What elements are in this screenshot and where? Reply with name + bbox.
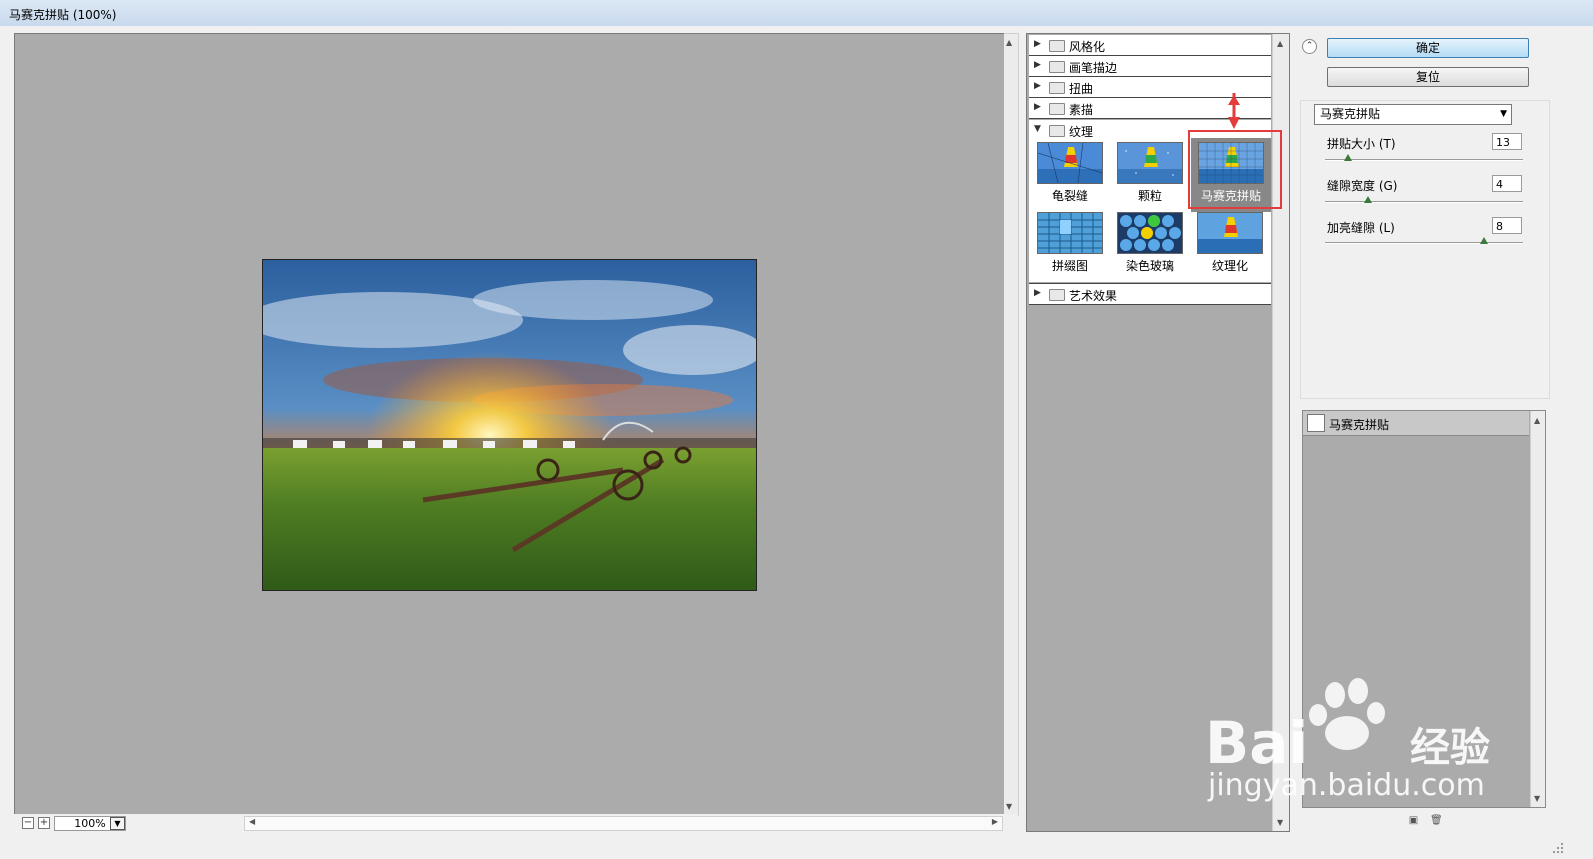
preview-vertical-scrollbar[interactable]: ▲ ▼: [1004, 33, 1019, 816]
category-artistic[interactable]: ▶ 艺术效果: [1029, 283, 1271, 305]
filter-select[interactable]: 马赛克拼贴 ▼: [1314, 104, 1512, 125]
expand-arrow-icon[interactable]: ▶: [1034, 102, 1041, 112]
tile-size-input[interactable]: 13: [1492, 133, 1522, 150]
folder-icon: [1049, 289, 1065, 301]
effect-layer-label: 马赛克拼贴: [1329, 418, 1390, 432]
filter-thumb-craquelure[interactable]: 龟裂缝: [1035, 142, 1105, 204]
layers-scrollbar[interactable]: ▲ ▼: [1530, 411, 1545, 807]
reset-button[interactable]: 复位: [1327, 67, 1529, 87]
folder-open-icon: [1049, 125, 1065, 137]
slider-knob[interactable]: [1480, 237, 1488, 244]
lighten-grout-input[interactable]: 8: [1492, 217, 1522, 234]
filter-label: 龟裂缝: [1051, 189, 1088, 203]
title-bar: 马赛克拼贴 (100%): [0, 0, 1593, 26]
grout-width-slider[interactable]: [1325, 201, 1523, 203]
zoom-in-button[interactable]: +: [38, 817, 50, 829]
resize-grip-icon[interactable]: [1552, 842, 1564, 854]
svg-text:经验: 经验: [1410, 725, 1490, 771]
category-label: 纹理: [1069, 125, 1094, 139]
filter-thumb-texturizer[interactable]: 纹理化: [1195, 212, 1265, 274]
filter-label: 纹理化: [1211, 259, 1248, 273]
scroll-right-icon[interactable]: ▶: [992, 817, 998, 826]
filter-thumb-patchwork[interactable]: 拼缀图: [1035, 212, 1105, 274]
folder-icon: [1049, 40, 1065, 52]
lighten-grout-label: 加亮缝隙 (L): [1327, 221, 1395, 235]
selection-highlight-box: [1188, 130, 1282, 209]
filter-label: 颗粒: [1137, 189, 1162, 203]
filter-thumb-grain[interactable]: 颗粒: [1115, 142, 1185, 204]
effect-layer-row[interactable]: 马赛克拼贴: [1303, 411, 1529, 436]
new-effect-layer-icon[interactable]: ▣: [1408, 815, 1419, 826]
scroll-down-icon[interactable]: ▼: [1006, 802, 1012, 811]
zoom-dropdown-icon[interactable]: ▼: [110, 817, 125, 830]
grout-width-input[interactable]: 4: [1492, 175, 1522, 192]
scroll-left-icon[interactable]: ◀: [249, 817, 255, 826]
grout-width-label: 缝隙宽度 (G): [1327, 179, 1398, 193]
category-label: 风格化: [1069, 40, 1106, 54]
preview-image: [262, 259, 757, 591]
lighten-grout-slider[interactable]: [1325, 242, 1523, 244]
scroll-down-icon[interactable]: ▼: [1534, 794, 1540, 803]
folder-icon: [1049, 103, 1065, 115]
filter-select-value: 马赛克拼贴: [1320, 107, 1381, 121]
preview-canvas[interactable]: [14, 33, 1006, 816]
filter-label: 染色玻璃: [1125, 259, 1174, 273]
tile-size-slider[interactable]: [1325, 159, 1523, 161]
category-stylize[interactable]: ▶ 风格化: [1029, 35, 1271, 56]
svg-text:Bai: Bai: [1205, 709, 1308, 777]
preview-horizontal-scrollbar[interactable]: ◀ ▶: [244, 816, 1003, 831]
category-label: 扭曲: [1069, 82, 1094, 96]
folder-icon: [1049, 61, 1065, 73]
down-arrow-icon: [1228, 93, 1240, 129]
filter-thumb-stained-glass[interactable]: 染色玻璃: [1115, 212, 1185, 274]
collapse-arrow-icon[interactable]: ▼: [1034, 124, 1041, 134]
preview-statusbar: − + 100% ▼ ◀ ▶: [14, 814, 1018, 831]
folder-icon: [1049, 82, 1065, 94]
scroll-up-icon[interactable]: ▲: [1534, 416, 1540, 425]
expand-arrow-icon[interactable]: ▶: [1034, 81, 1041, 91]
window-title: 马赛克拼贴 (100%): [9, 8, 117, 22]
chevron-down-icon: ▼: [1500, 109, 1507, 119]
watermark-url: jingyan.baidu.com: [1208, 768, 1485, 803]
visibility-toggle-icon[interactable]: [1307, 414, 1325, 432]
collapse-browser-button[interactable]: ⌃: [1302, 39, 1317, 54]
scroll-down-icon[interactable]: ▼: [1277, 818, 1283, 827]
scroll-up-icon[interactable]: ▲: [1277, 39, 1283, 48]
delete-effect-layer-icon[interactable]: 🗑: [1430, 815, 1443, 826]
category-label: 艺术效果: [1069, 289, 1118, 303]
tile-size-label: 拼贴大小 (T): [1327, 137, 1396, 151]
expand-arrow-icon[interactable]: ▶: [1034, 60, 1041, 70]
filter-label: 拼缀图: [1051, 259, 1088, 273]
scroll-up-icon[interactable]: ▲: [1006, 38, 1012, 47]
category-brush-strokes[interactable]: ▶ 画笔描边: [1029, 56, 1271, 77]
category-label: 素描: [1069, 103, 1094, 117]
zoom-out-button[interactable]: −: [22, 817, 34, 829]
slider-knob[interactable]: [1364, 196, 1372, 203]
slider-knob[interactable]: [1344, 154, 1352, 161]
category-label: 画笔描边: [1069, 61, 1118, 75]
expand-arrow-icon[interactable]: ▶: [1034, 39, 1041, 49]
ok-button[interactable]: 确定: [1327, 38, 1529, 58]
expand-arrow-icon[interactable]: ▶: [1034, 288, 1041, 298]
